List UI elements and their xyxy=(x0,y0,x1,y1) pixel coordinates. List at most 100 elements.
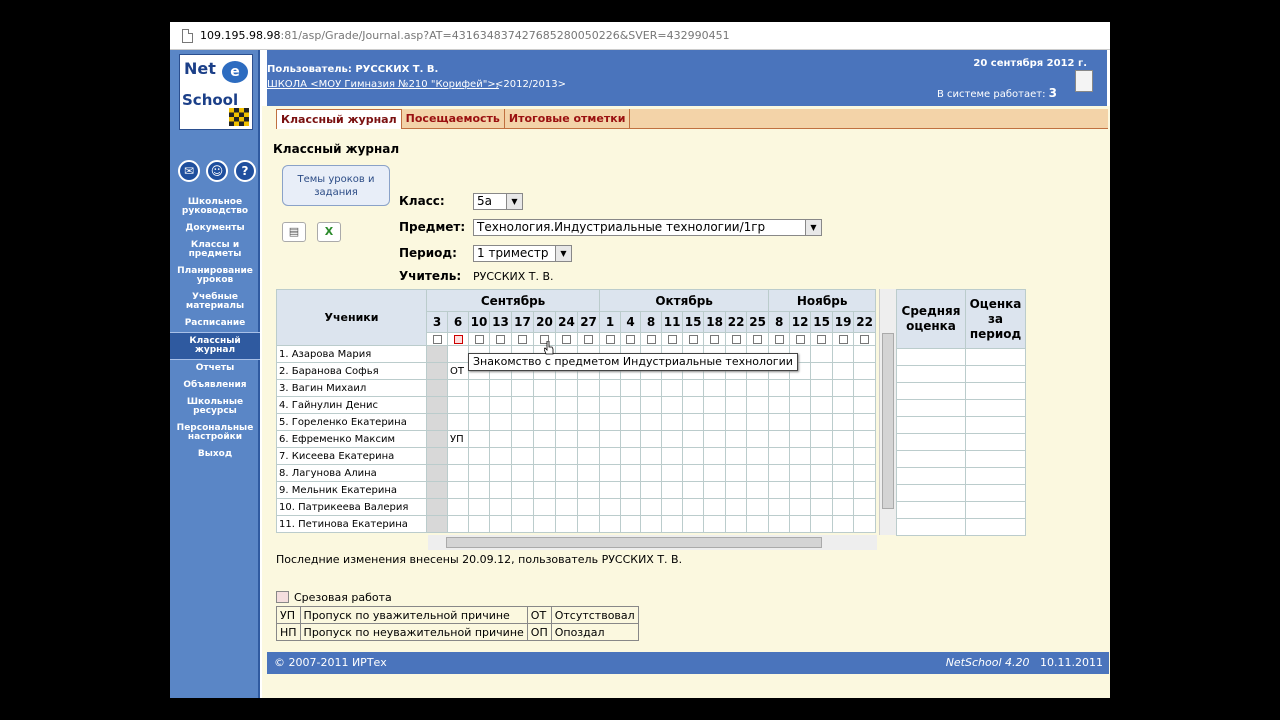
grade-cell[interactable] xyxy=(447,464,469,482)
grade-cell[interactable] xyxy=(661,515,684,533)
grade-cell[interactable] xyxy=(620,464,642,482)
grade-cell[interactable] xyxy=(511,413,534,431)
grade-cell[interactable] xyxy=(703,515,727,533)
checkbox-icon[interactable] xyxy=(860,334,870,344)
student-name[interactable]: 2. Баранова Софья xyxy=(276,362,427,380)
grade-cell[interactable] xyxy=(468,498,490,516)
grade-cell[interactable] xyxy=(768,464,791,482)
grade-cell[interactable] xyxy=(489,481,512,499)
sidebar-item[interactable]: Классный журнал xyxy=(170,332,260,360)
day-header[interactable]: 1 xyxy=(599,311,622,333)
grade-cell[interactable] xyxy=(576,379,601,397)
grade-cell[interactable] xyxy=(853,379,877,397)
grade-cell[interactable] xyxy=(640,413,663,431)
grade-cell[interactable] xyxy=(489,379,512,397)
student-name[interactable]: 10. Патрикеева Валерия xyxy=(276,498,427,516)
print-icon[interactable]: ▤ xyxy=(282,222,306,242)
grade-cell[interactable] xyxy=(832,430,855,448)
grade-cell[interactable] xyxy=(468,413,490,431)
grade-cell[interactable] xyxy=(620,515,642,533)
grade-cell[interactable] xyxy=(853,447,877,465)
grade-cell[interactable] xyxy=(599,481,622,499)
grade-cell[interactable] xyxy=(620,498,642,516)
grade-cell[interactable] xyxy=(511,447,534,465)
lesson-checkbox-cell[interactable] xyxy=(599,332,622,346)
grade-cell[interactable] xyxy=(789,430,812,448)
grade-cell[interactable] xyxy=(640,379,663,397)
grade-cell[interactable] xyxy=(640,498,663,516)
grade-cell[interactable] xyxy=(832,379,855,397)
grade-cell[interactable] xyxy=(555,379,578,397)
period-grade-cell[interactable] xyxy=(965,348,1026,366)
grade-cell[interactable] xyxy=(746,413,770,431)
grade-cell[interactable] xyxy=(832,396,855,414)
grade-cell[interactable] xyxy=(682,413,705,431)
grade-cell[interactable] xyxy=(511,481,534,499)
day-header[interactable]: 24 xyxy=(555,311,578,333)
period-grade-cell[interactable] xyxy=(965,450,1026,468)
checkbox-icon[interactable] xyxy=(562,334,571,344)
lesson-checkbox-cell[interactable] xyxy=(426,332,448,346)
grade-cell[interactable] xyxy=(661,464,684,482)
checkbox-icon[interactable] xyxy=(753,334,763,344)
grade-cell[interactable] xyxy=(789,481,812,499)
grade-cell[interactable] xyxy=(426,481,448,499)
day-header[interactable]: 22 xyxy=(725,311,748,333)
grade-cell[interactable] xyxy=(576,430,601,448)
grade-cell[interactable] xyxy=(533,413,556,431)
grade-cell[interactable] xyxy=(789,498,812,516)
grade-cell[interactable] xyxy=(468,515,490,533)
grade-cell[interactable] xyxy=(789,379,812,397)
day-header[interactable]: 3 xyxy=(426,311,448,333)
grade-cell[interactable] xyxy=(468,481,490,499)
sidebar-item[interactable]: Персональные настройки xyxy=(170,420,260,446)
checkbox-icon[interactable] xyxy=(646,334,656,344)
grade-cell[interactable] xyxy=(426,379,448,397)
grade-cell[interactable] xyxy=(725,413,748,431)
checkbox-icon[interactable] xyxy=(518,334,527,344)
day-header[interactable]: 4 xyxy=(620,311,642,333)
grade-cell[interactable] xyxy=(468,430,490,448)
grade-cell[interactable] xyxy=(853,362,877,380)
grade-cell[interactable] xyxy=(468,464,490,482)
grade-cell[interactable] xyxy=(426,362,448,380)
checkbox-icon[interactable] xyxy=(605,334,615,344)
grade-cell[interactable] xyxy=(533,481,556,499)
grade-cell[interactable] xyxy=(810,362,834,380)
checkbox-icon[interactable] xyxy=(432,334,442,344)
grade-cell[interactable] xyxy=(746,396,770,414)
grade-cell[interactable] xyxy=(768,447,791,465)
grade-cell[interactable] xyxy=(703,481,727,499)
day-header[interactable]: 6 xyxy=(447,311,469,333)
grade-cell[interactable] xyxy=(511,430,534,448)
period-grade-cell[interactable] xyxy=(965,416,1026,434)
lesson-checkbox-cell[interactable] xyxy=(661,332,684,346)
checkbox-icon[interactable] xyxy=(453,334,463,344)
grade-cell[interactable] xyxy=(810,515,834,533)
sidebar-item[interactable]: Документы xyxy=(170,220,260,237)
grade-cell[interactable] xyxy=(746,430,770,448)
grade-cell[interactable] xyxy=(703,396,727,414)
grade-cell[interactable] xyxy=(533,447,556,465)
document-icon[interactable] xyxy=(1075,70,1093,92)
tab-1[interactable]: Классный журнал xyxy=(276,109,402,129)
student-name[interactable]: 5. Гореленко Екатерина xyxy=(276,413,427,431)
sidebar-item[interactable]: Планирование уроков xyxy=(170,263,260,289)
grade-cell[interactable] xyxy=(832,345,855,363)
grade-cell[interactable] xyxy=(468,447,490,465)
lesson-checkbox-cell[interactable] xyxy=(789,332,812,346)
sidebar-item[interactable]: Школьное руководство xyxy=(170,194,260,220)
users-icon[interactable]: ☺ xyxy=(206,160,228,182)
grade-cell[interactable] xyxy=(725,481,748,499)
grade-cell[interactable] xyxy=(661,396,684,414)
grade-cell[interactable] xyxy=(810,464,834,482)
grade-cell[interactable] xyxy=(447,379,469,397)
sidebar-item[interactable]: Классы и предметы xyxy=(170,237,260,263)
grade-cell[interactable] xyxy=(853,498,877,516)
student-name[interactable]: 8. Лагунова Алина xyxy=(276,464,427,482)
grade-cell[interactable] xyxy=(810,396,834,414)
grade-cell[interactable] xyxy=(832,447,855,465)
grade-cell[interactable] xyxy=(768,379,791,397)
sidebar-item[interactable]: Учебные материалы xyxy=(170,289,260,315)
grade-cell[interactable] xyxy=(620,396,642,414)
